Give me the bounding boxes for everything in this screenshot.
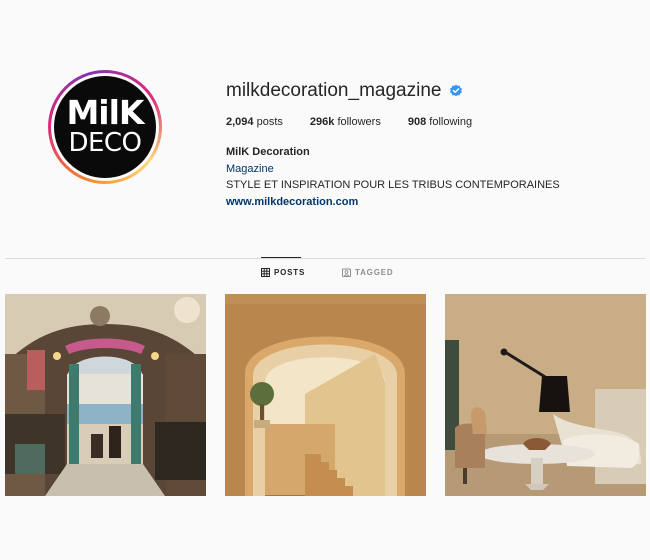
profile-avatar[interactable]: MilK DECO <box>48 70 162 184</box>
followers-count: 296k <box>309 116 335 128</box>
verified-badge-icon <box>449 84 463 98</box>
followers-stat[interactable]: 296k followers <box>310 116 381 128</box>
profile-display-name: MilK Decoration <box>226 146 310 158</box>
posts-grid <box>5 294 646 496</box>
post-thumbnail-2[interactable] <box>225 294 426 496</box>
tab-tagged-label: TAGGED <box>355 268 394 277</box>
profile-tabs: POSTS TAGGED <box>0 268 650 286</box>
posts-label: posts <box>256 116 283 128</box>
post-thumbnail-1[interactable] <box>5 294 206 496</box>
profile-username: milkdecoration_magazine <box>226 80 442 101</box>
posts-stat: 2,094 posts <box>226 116 283 128</box>
tab-posts[interactable]: POSTS <box>261 268 305 277</box>
following-label: following <box>429 116 473 128</box>
profile-header: MilK DECO milkdecoration_magazine 2,094 … <box>0 0 650 258</box>
post-thumbnail-3[interactable] <box>445 294 646 496</box>
profile-bio: MilK Decoration Magazine STYLE ET INSPIR… <box>226 144 560 210</box>
posts-count: 2,094 <box>226 116 254 128</box>
grid-icon <box>261 268 270 277</box>
photo-seaside-cafe-icon <box>5 294 206 496</box>
username-row: milkdecoration_magazine <box>226 78 463 104</box>
avatar-logo: MilK DECO <box>54 76 156 178</box>
tagged-icon <box>342 268 351 277</box>
active-tab-indicator <box>261 257 301 258</box>
followers-label: followers <box>337 116 381 128</box>
tabs-divider <box>5 258 645 259</box>
profile-category: Magazine <box>226 162 274 175</box>
following-count: 908 <box>407 116 427 128</box>
photo-arched-staircase-icon <box>225 294 426 496</box>
profile-website-link[interactable]: www.milkdecoration.com <box>226 194 560 211</box>
following-stat[interactable]: 908 following <box>408 116 472 128</box>
tab-tagged[interactable]: TAGGED <box>342 268 393 277</box>
profile-stats: 2,094 posts 296k followers 908 following <box>226 116 499 128</box>
avatar-logo-bottom: DECO <box>68 128 142 158</box>
avatar-logo-top: MilK <box>66 93 144 132</box>
profile-description: STYLE ET INSPIRATION POUR LES TRIBUS CON… <box>226 179 560 191</box>
tab-posts-label: POSTS <box>274 268 306 277</box>
photo-living-room-lamp-icon <box>445 294 646 496</box>
